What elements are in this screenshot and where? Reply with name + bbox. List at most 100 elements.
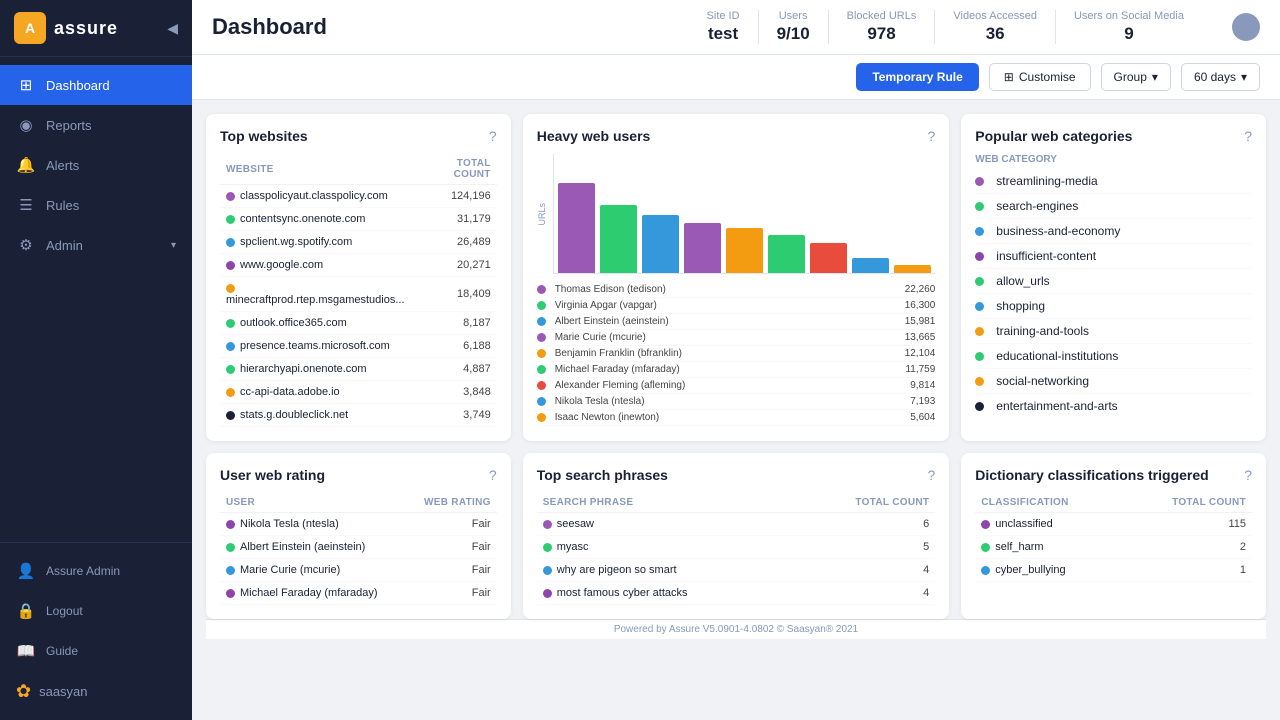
- list-item: Marie Curie (mcurie)13,665: [537, 330, 936, 346]
- y-axis-label: URLs: [537, 203, 547, 226]
- table-row: spclient.wg.spotify.com26,489: [220, 231, 497, 254]
- sidebar-item-alerts[interactable]: 🔔 Alerts: [0, 145, 192, 185]
- list-item: insufficient-content: [975, 244, 1252, 269]
- list-item: Alexander Fleming (afleming)9,814: [537, 378, 936, 394]
- top-search-phrases-title: Top search phrases: [537, 467, 668, 483]
- list-item: business-and-economy: [975, 219, 1252, 244]
- list-item: social-networking: [975, 369, 1252, 394]
- sidebar-item-label: Admin: [46, 238, 83, 253]
- dictionary-classifications-card: Dictionary classifications triggered ? C…: [961, 453, 1266, 619]
- list-item: Michael Faraday (mfaraday)11,759: [537, 362, 936, 378]
- customise-label: Customise: [1019, 70, 1076, 84]
- sidebar-item-dashboard[interactable]: ⊞ Dashboard: [0, 65, 192, 105]
- popular-categories-card: Popular web categories ? WEB CATEGORY st…: [961, 114, 1266, 441]
- list-item: streamlining-media: [975, 169, 1252, 194]
- user-icon: 👤: [16, 562, 36, 580]
- sidebar-logout-label: Logout: [46, 604, 83, 618]
- sidebar-item-logout[interactable]: 🔒 Logout: [0, 591, 192, 631]
- dashboard-icon: ⊞: [16, 76, 36, 94]
- admin-icon: ⚙: [16, 236, 36, 254]
- table-row: why are pigeon so smart4: [537, 559, 936, 582]
- top-websites-table: WEBSITE TOTAL COUNT classpolicyaut.class…: [220, 154, 497, 427]
- sidebar-collapse-button[interactable]: ◀: [167, 20, 178, 37]
- stat-videos-value: 36: [953, 24, 1037, 44]
- customise-button[interactable]: ⊞ Customise: [989, 63, 1091, 91]
- sidebar-item-reports[interactable]: ◉ Reports: [0, 105, 192, 145]
- help-icon[interactable]: ?: [489, 467, 497, 483]
- help-icon[interactable]: ?: [927, 128, 935, 144]
- header-stats: Site ID test Users 9/10 Blocked URLs 978…: [689, 10, 1202, 44]
- help-icon[interactable]: ?: [927, 467, 935, 483]
- table-row: cc-api-data.adobe.io3,848: [220, 381, 497, 404]
- sidebar-item-label: Dashboard: [46, 78, 110, 93]
- rules-icon: ☰: [16, 196, 36, 214]
- table-row: classpolicyaut.classpolicy.com124,196: [220, 185, 497, 208]
- stat-blocked: Blocked URLs 978: [829, 10, 936, 44]
- sidebar-item-admin[interactable]: ⚙ Admin ▾: [0, 225, 192, 265]
- col-count: TOTAL COUNT: [421, 154, 497, 185]
- heavy-web-users-card: Heavy web users ? URLs Thomas Edison (te…: [523, 114, 950, 441]
- top-search-phrases-header: Top search phrases ?: [537, 467, 936, 483]
- list-item: educational-institutions: [975, 344, 1252, 369]
- logo-icon: A: [14, 12, 46, 44]
- alerts-icon: 🔔: [16, 156, 36, 174]
- stat-users-label: Users: [777, 10, 810, 22]
- table-row: unclassified115: [975, 513, 1252, 536]
- table-row: seesaw6: [537, 513, 936, 536]
- user-web-rating-card: User web rating ? USER WEB RATING Nikola…: [206, 453, 511, 619]
- help-icon[interactable]: ?: [1244, 128, 1252, 144]
- table-row: most famous cyber attacks4: [537, 582, 936, 605]
- stat-social: Users on Social Media 9: [1056, 10, 1202, 44]
- user-web-rating-title: User web rating: [220, 467, 325, 483]
- sidebar-guide-label: Guide: [46, 644, 78, 658]
- stat-siteid-value: test: [707, 24, 740, 44]
- dictionary-classifications-header: Dictionary classifications triggered ?: [975, 467, 1252, 483]
- list-item: entertainment-and-arts: [975, 394, 1252, 418]
- top-search-phrases-table: SEARCH PHRASE TOTAL COUNT seesaw6myasc5w…: [537, 493, 936, 605]
- dashboard-body: Top websites ? WEBSITE TOTAL COUNT class…: [192, 100, 1280, 720]
- table-row: Nikola Tesla (ntesla)Fair: [220, 513, 497, 536]
- main-content: Dashboard Site ID test Users 9/10 Blocke…: [192, 0, 1280, 720]
- guide-icon: 📖: [16, 642, 36, 660]
- heavy-web-users-header: Heavy web users ?: [537, 128, 936, 144]
- customise-icon: ⊞: [1004, 70, 1014, 84]
- top-websites-title: Top websites: [220, 128, 308, 144]
- sidebar-item-rules[interactable]: ☰ Rules: [0, 185, 192, 225]
- list-item: Isaac Newton (inewton)5,604: [537, 410, 936, 426]
- stat-social-label: Users on Social Media: [1074, 10, 1184, 22]
- avatar: [1232, 13, 1260, 41]
- table-row: minecraftprod.rtep.msgamestudios...18,40…: [220, 277, 497, 312]
- top-websites-card: Top websites ? WEBSITE TOTAL COUNT class…: [206, 114, 511, 441]
- list-item: Albert Einstein (aeinstein)15,981: [537, 314, 936, 330]
- logo-text: assure: [54, 18, 118, 39]
- col-count: TOTAL COUNT: [1124, 493, 1252, 513]
- sidebar-item-user[interactable]: 👤 Assure Admin: [0, 551, 192, 591]
- temporary-rule-button[interactable]: Temporary Rule: [856, 63, 978, 91]
- chart-bar: [684, 223, 721, 273]
- help-icon[interactable]: ?: [489, 128, 497, 144]
- list-item: shopping: [975, 294, 1252, 319]
- page-title: Dashboard: [212, 14, 327, 40]
- stat-siteid-label: Site ID: [707, 10, 740, 22]
- stat-videos-label: Videos Accessed: [953, 10, 1037, 22]
- group-dropdown[interactable]: Group ▾: [1101, 63, 1171, 91]
- sidebar-item-guide[interactable]: 📖 Guide: [0, 631, 192, 671]
- sidebar-logo: A assure ◀: [0, 0, 192, 57]
- table-row: self_harm2: [975, 536, 1252, 559]
- top-websites-header: Top websites ?: [220, 128, 497, 144]
- toolbar: Temporary Rule ⊞ Customise Group ▾ 60 da…: [192, 55, 1280, 100]
- chart-bar: [810, 243, 847, 273]
- days-label: 60 days: [1194, 70, 1236, 84]
- chart-bar: [726, 228, 763, 273]
- col-class: CLASSIFICATION: [975, 493, 1123, 513]
- sidebar-user-label: Assure Admin: [46, 564, 120, 578]
- chart-bar: [768, 235, 805, 273]
- saasyan-logo: ✿ saasyan: [0, 671, 192, 712]
- logout-icon: 🔒: [16, 602, 36, 620]
- chevron-down-icon: ▾: [171, 240, 176, 251]
- col-website: WEBSITE: [220, 154, 421, 185]
- days-dropdown[interactable]: 60 days ▾: [1181, 63, 1260, 91]
- popular-categories-header: Popular web categories ?: [975, 128, 1252, 144]
- help-icon[interactable]: ?: [1244, 467, 1252, 483]
- list-item: allow_urls: [975, 269, 1252, 294]
